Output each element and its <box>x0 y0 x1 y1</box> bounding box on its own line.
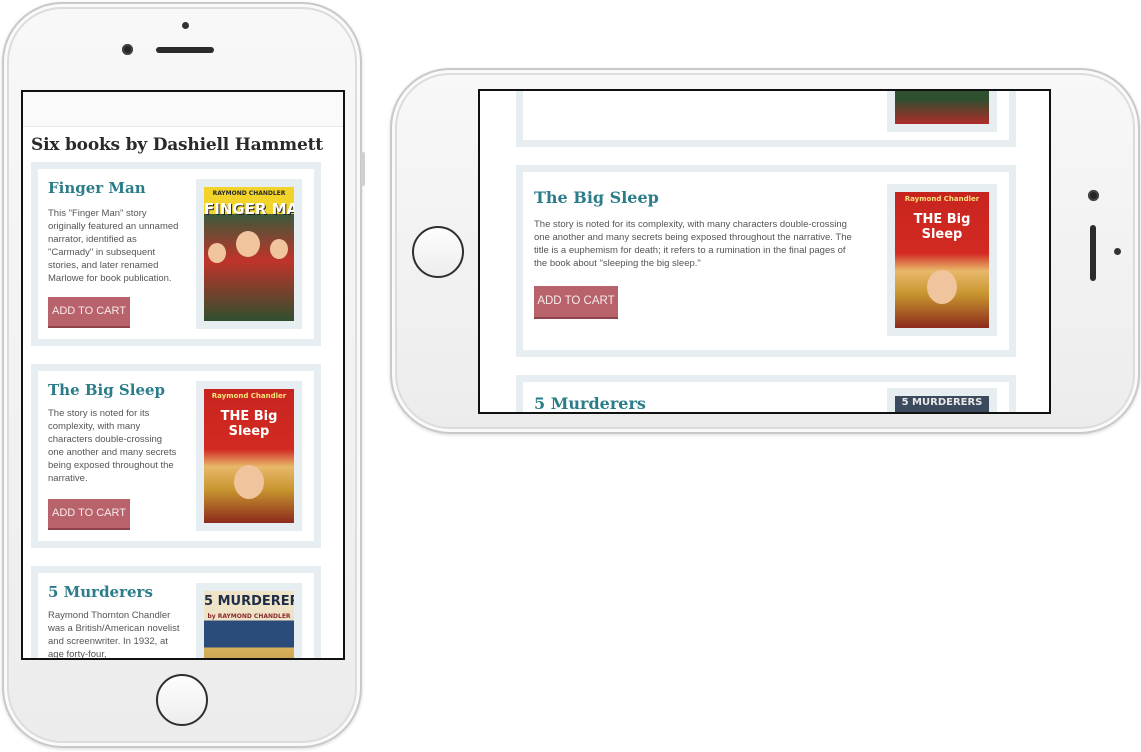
book-cover-frame: Raymond Chandler THE Big Sleep <box>196 381 302 531</box>
page-title: Six books by Dashiell Hammett <box>31 135 323 155</box>
book-title[interactable]: The Big Sleep <box>534 188 659 207</box>
cover-figure <box>927 270 957 304</box>
side-button <box>361 152 365 186</box>
cover-title: FINGER MAN <box>204 200 294 218</box>
home-button[interactable] <box>156 674 208 726</box>
book-cover-image: Raymond Chandler THE Big Sleep <box>895 192 989 328</box>
book-description: The story is noted for its complexity, w… <box>534 219 852 269</box>
cover-title: THE Big Sleep <box>913 212 971 242</box>
book-cover-frame: RAYMOND CHANDLER FINGER MAN <box>196 179 302 329</box>
book-card: 5 Murderers 5 MURDERERS <box>516 375 1016 412</box>
book-cover-frame: 5 MURDERERS by RAYMOND CHANDLER <box>196 583 302 658</box>
proximity-sensor <box>1114 248 1121 255</box>
book-title[interactable]: 5 Murderers <box>534 394 646 412</box>
cover-author: Raymond Chandler <box>211 392 287 400</box>
cover-title: 5 MURDERERS <box>204 594 294 609</box>
book-title[interactable]: 5 Murderers <box>48 583 153 601</box>
book-card-previous <box>516 91 1016 147</box>
book-cover-frame: Raymond Chandler THE Big Sleep <box>887 184 997 336</box>
cover-title: THE Big Sleep <box>220 409 278 439</box>
book-description: Raymond Thornton Chandler was a British/… <box>48 610 180 660</box>
cover-figure <box>270 239 288 259</box>
proximity-sensor <box>182 22 189 29</box>
book-card: Finger Man This "Finger Man" story origi… <box>31 162 321 346</box>
browser-top-bar <box>23 92 343 127</box>
cover-figure <box>236 231 260 257</box>
cover-title: 5 MURDERERS <box>901 397 983 408</box>
cover-author: RAYMOND CHANDLER <box>212 190 286 197</box>
cover-author: by RAYMOND CHANDLER <box>207 613 291 620</box>
book-title[interactable]: Finger Man <box>48 179 146 197</box>
book-description: This "Finger Man" story originally featu… <box>48 208 179 284</box>
earpiece-speaker <box>156 47 214 53</box>
book-cover-frame <box>887 91 997 132</box>
screen-landscape: The Big Sleep The story is noted for its… <box>478 89 1051 414</box>
book-cover-image: Raymond Chandler THE Big Sleep <box>204 389 294 523</box>
home-button[interactable] <box>412 226 464 278</box>
book-card: The Big Sleep The story is noted for its… <box>516 165 1016 357</box>
book-cover-image <box>895 91 989 124</box>
book-cover-frame: 5 MURDERERS <box>887 388 997 412</box>
book-title[interactable]: The Big Sleep <box>48 381 165 399</box>
cover-figure <box>234 465 264 499</box>
book-description: The story is noted for its complexity, w… <box>48 408 177 484</box>
earpiece-speaker <box>1090 225 1096 281</box>
cover-figure <box>208 243 226 263</box>
book-cover-image: RAYMOND CHANDLER FINGER MAN <box>204 187 294 321</box>
add-to-cart-button[interactable]: ADD TO CART <box>48 297 130 328</box>
book-card: 5 Murderers Raymond Thornton Chandler wa… <box>31 566 321 660</box>
front-camera-icon <box>122 44 133 55</box>
cover-author: Raymond Chandler <box>904 195 980 203</box>
screen-portrait: Six books by Dashiell Hammett Finger Man… <box>21 90 345 660</box>
add-to-cart-button[interactable]: ADD TO CART <box>534 286 618 319</box>
add-to-cart-button[interactable]: ADD TO CART <box>48 499 130 530</box>
book-card: The Big Sleep The story is noted for its… <box>31 364 321 548</box>
front-camera-icon <box>1088 190 1099 201</box>
book-cover-image: 5 MURDERERS <box>895 396 989 412</box>
book-cover-image: 5 MURDERERS by RAYMOND CHANDLER <box>204 591 294 658</box>
